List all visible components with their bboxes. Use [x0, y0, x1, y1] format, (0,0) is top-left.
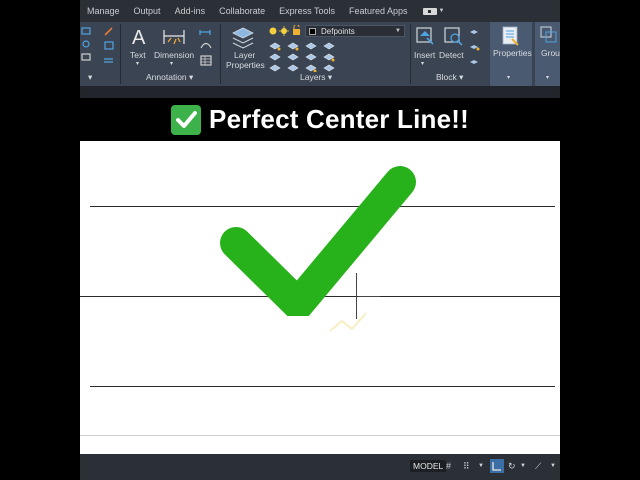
layer-dropdown-value: Defpoints: [321, 27, 355, 36]
check-stroke: [220, 166, 416, 316]
block-panel-label[interactable]: Block ▾: [436, 72, 463, 83]
insert-block-caret[interactable]: ▾: [421, 60, 424, 67]
annotation-panel-label[interactable]: Annotation ▾: [146, 72, 193, 83]
dimension-tool-label[interactable]: Dimension: [154, 50, 194, 60]
big-check-icon: [220, 166, 416, 316]
layer-properties-icon[interactable]: [230, 25, 256, 49]
layer-properties-label-2[interactable]: Properties: [226, 60, 265, 70]
layer-properties-label-1[interactable]: Layer: [234, 50, 255, 60]
grid-display-icon[interactable]: #: [446, 461, 451, 471]
chevron-down-icon: ▼: [395, 28, 401, 34]
draw-tools-icon[interactable]: [80, 26, 94, 66]
tab-add-ins[interactable]: Add-ins: [168, 6, 213, 16]
properties-label: Properties: [493, 48, 532, 58]
canvas-bottom-edge: [80, 435, 560, 436]
snap-mode-icon[interactable]: ⠿: [463, 461, 470, 471]
title-banner: Perfect Center Line!!: [80, 98, 560, 141]
groups-caret: ▾: [546, 75, 550, 81]
ribbon-footer: [80, 86, 560, 98]
ribbon: ▾ A Text ▾ Dimension ▾ Annotation ▾ Laye…: [80, 22, 560, 86]
tab-express-tools[interactable]: Express Tools: [272, 6, 342, 16]
ortho-mode-button[interactable]: [490, 459, 504, 473]
ribbon-minimize-icon[interactable]: [422, 7, 437, 15]
layer-state-icons[interactable]: [268, 25, 304, 37]
status-bar: MODEL # ⠿ ▼ ↻ ▼ ⟋ ▼: [80, 454, 560, 480]
detect-block-icon[interactable]: [442, 25, 464, 47]
bottom-line[interactable]: [90, 386, 555, 387]
isodraft-chevron-down-icon[interactable]: ▼: [550, 461, 556, 471]
tab-collaborate[interactable]: Collaborate: [212, 6, 272, 16]
polar-chevron-down-icon[interactable]: ▼: [520, 461, 526, 471]
text-tool-label[interactable]: Text: [130, 50, 146, 60]
properties-caret: ▾: [507, 75, 511, 81]
page-title: Perfect Center Line!!: [209, 104, 469, 134]
layers-panel-label[interactable]: Layers ▾: [300, 72, 332, 83]
dimension-tool-icon[interactable]: [162, 26, 186, 48]
detect-block-label[interactable]: Detect: [439, 50, 464, 60]
model-space-button[interactable]: MODEL: [410, 460, 447, 472]
layer-color-swatch: [309, 28, 316, 35]
text-tool-caret[interactable]: ▾: [136, 60, 139, 67]
drawing-canvas[interactable]: [80, 141, 560, 454]
tab-manage[interactable]: Manage: [80, 6, 127, 16]
groups-panel[interactable]: Grou ▾: [535, 22, 560, 86]
layer-tools-grid-icon[interactable]: [268, 40, 348, 72]
block-small-tools-icon[interactable]: [468, 27, 482, 71]
snap-chevron-down-icon[interactable]: ▼: [478, 461, 484, 471]
groups-label: Grou: [541, 48, 560, 58]
layer-dropdown[interactable]: Defpoints ▼: [305, 25, 405, 37]
svg-text:A: A: [132, 27, 146, 48]
annotation-small-tools-icon[interactable]: [198, 26, 214, 70]
properties-icon: [502, 26, 519, 46]
ribbon-tab-bar: Manage Output Add-ins Collaborate Expres…: [80, 0, 560, 22]
text-tool-icon[interactable]: A: [130, 26, 150, 48]
check-mark-emoji-icon: [171, 104, 202, 135]
ribbon-options-chevron-icon[interactable]: ▼: [439, 8, 445, 14]
insert-block-icon[interactable]: [414, 25, 436, 47]
modify-tools-icon[interactable]: [102, 25, 116, 69]
group-icon: [540, 26, 557, 43]
insert-block-label[interactable]: Insert: [414, 50, 435, 60]
panel-draw-label-partial[interactable]: ▾: [88, 72, 92, 83]
isodraft-icon[interactable]: ⟋: [535, 461, 541, 471]
tab-featured-apps[interactable]: Featured Apps: [342, 6, 415, 16]
tab-output[interactable]: Output: [127, 6, 168, 16]
dimension-tool-caret[interactable]: ▾: [170, 60, 173, 67]
properties-panel[interactable]: Properties ▾: [490, 22, 532, 86]
polar-tracking-icon[interactable]: ↻: [508, 461, 516, 471]
autocad-window: Manage Output Add-ins Collaborate Expres…: [80, 0, 560, 480]
